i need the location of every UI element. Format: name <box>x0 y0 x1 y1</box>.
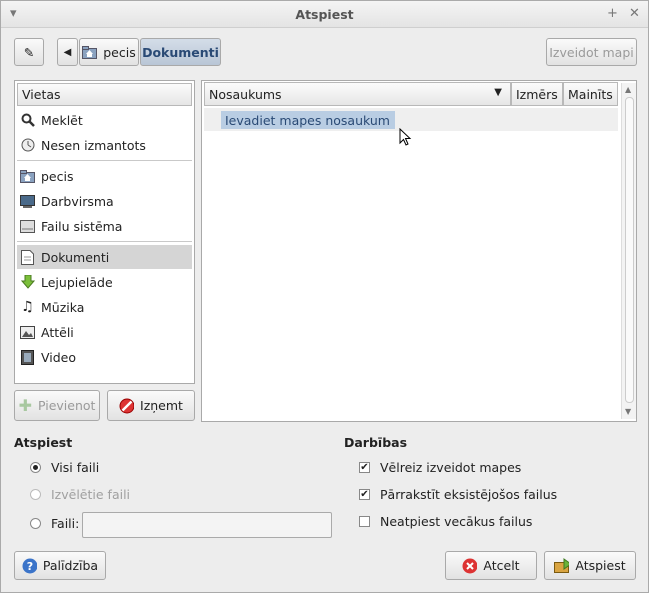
places-header: Vietas <box>17 83 192 106</box>
add-place-button[interactable]: ✚ Pievienot <box>14 390 100 421</box>
sidebar-item-pictures[interactable]: Attēli <box>17 320 192 344</box>
checkbox-recreate-folders[interactable]: ✔ Vēlreiz izveidot mapes <box>359 460 521 475</box>
document-icon <box>20 249 35 265</box>
video-icon <box>20 349 35 365</box>
vertical-scrollbar[interactable]: ▲ ▼ <box>621 83 636 419</box>
sidebar-item-search[interactable]: Meklēt <box>17 108 192 132</box>
search-icon <box>20 113 35 128</box>
checkbox[interactable] <box>359 516 370 527</box>
sidebar-item-music[interactable]: ♫ Mūzika <box>17 295 192 319</box>
pin-icon[interactable]: + <box>607 6 618 21</box>
cancel-icon <box>462 558 478 573</box>
sidebar-item-recent[interactable]: Nesen izmantots <box>17 133 192 157</box>
cancel-button[interactable]: Atcelt <box>445 551 537 580</box>
drive-icon <box>20 219 35 234</box>
create-folder-button[interactable]: Izveidot mapi <box>546 38 637 66</box>
checkbox[interactable]: ✔ <box>359 462 370 473</box>
recent-icon <box>20 138 35 153</box>
help-icon: ? <box>22 558 37 573</box>
path-back-button[interactable]: ◀ <box>57 38 78 66</box>
places-sidebar: Vietas Meklēt Nesen izmantots pecis Darb… <box>14 80 195 384</box>
mouse-cursor-icon <box>399 128 412 146</box>
checkbox-overwrite-files[interactable]: ✔ Pārrakstīt eksistējošos failus <box>359 487 557 502</box>
window-title: Atspiest <box>295 7 354 22</box>
scroll-down-icon[interactable]: ▼ <box>625 407 631 416</box>
checkbox[interactable]: ✔ <box>359 489 370 500</box>
remove-place-button[interactable]: Izņemt <box>107 390 195 421</box>
radio-button[interactable] <box>30 518 41 529</box>
radio-selected-files[interactable]: Izvēlētie faili <box>30 487 130 502</box>
radio-files-pattern[interactable]: Faili: <box>30 516 79 531</box>
extract-button[interactable]: Atspiest <box>544 551 636 580</box>
remove-icon <box>119 398 135 413</box>
radio-all-files[interactable]: Visi faili <box>30 460 99 475</box>
download-icon <box>20 275 35 290</box>
files-pattern-input[interactable] <box>82 512 332 538</box>
new-folder-name-input[interactable] <box>221 111 395 129</box>
home-folder-icon <box>20 169 35 184</box>
sidebar-item-desktop[interactable]: Darbvirsma <box>17 189 192 213</box>
sidebar-separator <box>17 241 192 243</box>
plus-icon: ✚ <box>18 396 32 415</box>
home-folder-icon <box>82 45 98 60</box>
sort-arrow-icon: ▼ <box>494 87 502 98</box>
column-name[interactable]: Nosaukums ▼ <box>204 82 511 106</box>
file-list: Nosaukums ▼ Izmērs Mainīts ▲ ▼ <box>201 80 637 422</box>
path-button-dokumenti[interactable]: Dokumenti <box>140 38 221 66</box>
actions-heading: Darbības <box>344 435 408 450</box>
pictures-icon <box>20 325 35 340</box>
scrollbar-thumb[interactable] <box>625 97 634 403</box>
titlebar: ▾ Atspiest + ✕ <box>1 1 648 28</box>
extract-dialog: ▾ Atspiest + ✕ ✎ ◀ pecis Dokumenti Izvei… <box>0 0 649 593</box>
sidebar-item-documents[interactable]: Dokumenti <box>17 245 192 269</box>
scroll-up-icon[interactable]: ▲ <box>625 85 631 94</box>
column-size[interactable]: Izmērs <box>511 82 563 106</box>
path-button-pecis[interactable]: pecis <box>79 38 139 66</box>
extract-archive-icon <box>554 557 570 573</box>
svg-text:?: ? <box>27 560 33 573</box>
radio-button[interactable] <box>30 489 41 500</box>
radio-button[interactable] <box>30 462 41 473</box>
sidebar-item-video[interactable]: Video <box>17 345 192 369</box>
edit-location-button[interactable]: ✎ <box>14 38 44 66</box>
desktop-icon <box>20 194 35 209</box>
sidebar-item-pecis[interactable]: pecis <box>17 164 192 188</box>
close-icon[interactable]: ✕ <box>629 6 640 21</box>
triangle-left-icon: ◀ <box>63 46 72 58</box>
sidebar-separator <box>17 160 192 162</box>
music-icon: ♫ <box>21 299 34 315</box>
column-modified[interactable]: Mainīts <box>563 82 618 106</box>
extract-heading: Atspiest <box>14 435 73 450</box>
sidebar-item-filesystem[interactable]: Failu sistēma <box>17 214 192 238</box>
sidebar-item-downloads[interactable]: Lejupielāde <box>17 270 192 294</box>
pencil-icon: ✎ <box>23 44 35 60</box>
help-button[interactable]: ? Palīdzība <box>14 551 106 580</box>
checkbox-skip-older[interactable]: Neatpiest vecākus failus <box>359 514 532 529</box>
